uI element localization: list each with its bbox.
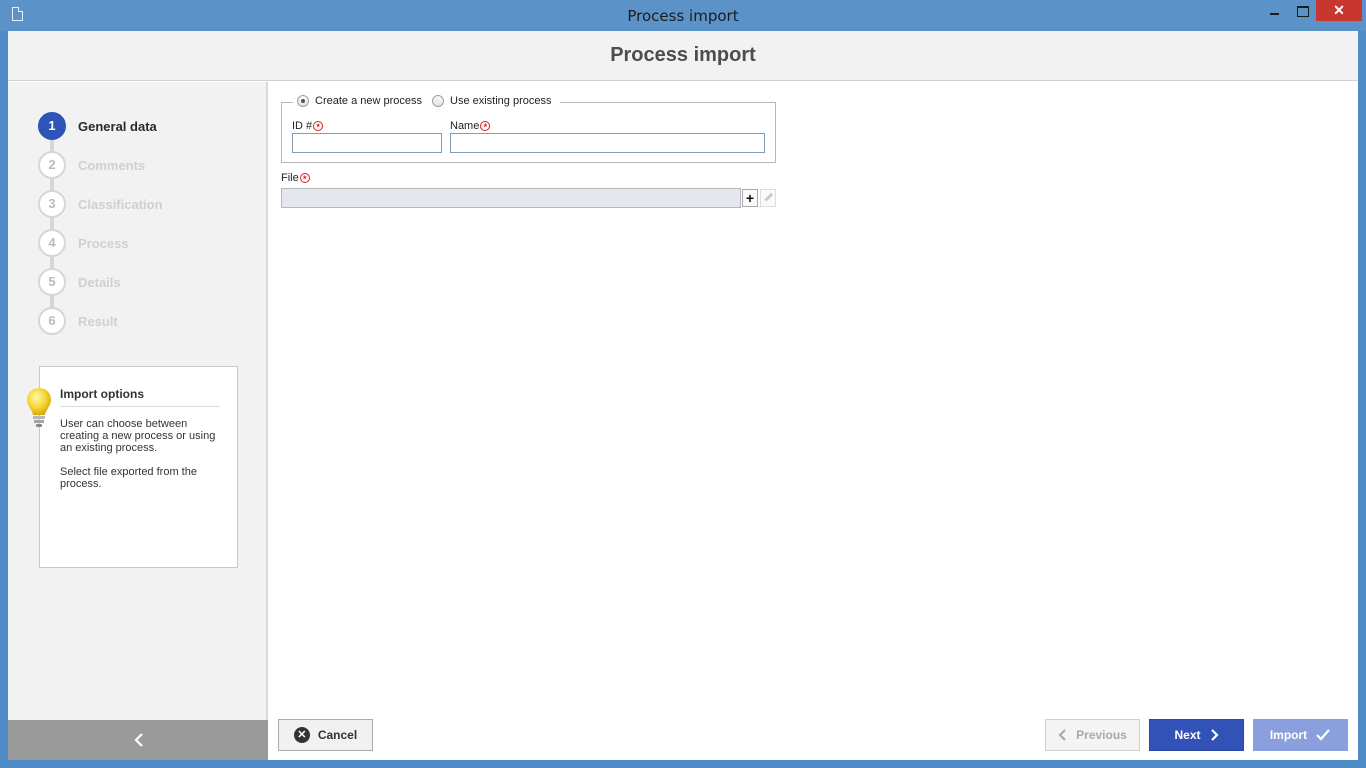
window-title: Process import — [627, 7, 739, 25]
chevron-right-icon — [1210, 729, 1219, 741]
step-comments[interactable]: 2 Comments — [38, 151, 258, 181]
close-icon[interactable]: ✕ — [1316, 0, 1362, 21]
id-label-text: ID # — [292, 120, 313, 132]
lightbulb-icon — [27, 388, 51, 427]
process-option-group: ID # * Name * — [281, 102, 776, 163]
checkmark-icon — [1316, 729, 1330, 741]
info-text: Select file exported from the process. — [60, 466, 197, 490]
previous-label: Previous — [1076, 728, 1127, 742]
step-label: Classification — [78, 197, 163, 212]
step-number: 3 — [38, 190, 66, 218]
chevron-left-icon — [134, 733, 143, 747]
file-field[interactable] — [281, 188, 741, 208]
eraser-glyph — [764, 193, 773, 201]
wizard-sidebar: 1 General data 2 Comments 3 Classificati… — [8, 82, 268, 760]
cancel-button[interactable]: ✕ Cancel — [278, 719, 373, 751]
eraser-icon[interactable] — [760, 189, 776, 207]
id-label: ID # * — [292, 120, 324, 132]
chevron-left-icon — [1058, 729, 1066, 741]
info-panel: Import options User can choose between c… — [39, 366, 238, 568]
page-title: Process import — [610, 44, 756, 66]
use-existing-label[interactable]: Use existing process — [450, 95, 552, 107]
name-label: Name * — [450, 120, 491, 132]
dialog-frame: Process import 1 General data 2 Comments… — [8, 31, 1358, 760]
required-icon: * — [313, 121, 324, 132]
create-new-label[interactable]: Create a new process — [315, 95, 422, 107]
import-label: Import — [1269, 728, 1308, 742]
step-label: Details — [78, 275, 121, 290]
step-number: 1 — [38, 112, 66, 140]
minimize-icon[interactable] — [1262, 0, 1288, 21]
page-header: Process import — [8, 31, 1358, 81]
step-label: Process — [78, 236, 129, 251]
main-content: ID # * Name * Create a new process Use e… — [270, 82, 1358, 760]
name-label-text: Name — [450, 120, 480, 132]
info-title: Import options — [60, 387, 220, 407]
step-result[interactable]: 6 Result — [38, 307, 258, 337]
step-details[interactable]: 5 Details — [38, 268, 258, 298]
required-icon: * — [299, 173, 310, 184]
required-icon: * — [480, 121, 491, 132]
step-number: 2 — [38, 151, 66, 179]
file-label: File * — [281, 172, 310, 184]
step-label: General data — [78, 119, 157, 134]
create-new-radio[interactable] — [297, 95, 309, 107]
name-input[interactable] — [450, 133, 765, 153]
cancel-label: Cancel — [317, 728, 358, 742]
step-process[interactable]: 4 Process — [38, 229, 258, 259]
info-text: User can choose between creating a new p… — [60, 418, 216, 454]
next-button[interactable]: Next — [1149, 719, 1244, 751]
step-number: 5 — [38, 268, 66, 296]
id-input[interactable] — [292, 133, 442, 153]
step-classification[interactable]: 3 Classification — [38, 190, 258, 220]
add-file-button[interactable]: + — [742, 189, 758, 207]
step-label: Comments — [78, 158, 146, 173]
collapse-sidebar-button[interactable] — [8, 720, 268, 760]
use-existing-radio[interactable] — [432, 95, 444, 107]
file-label-text: File — [281, 172, 299, 184]
step-label: Result — [78, 314, 118, 329]
radio-group: Create a new process Use existing proces… — [293, 95, 560, 107]
window-titlebar: Process import ✕ — [0, 0, 1366, 31]
cancel-icon: ✕ — [293, 727, 310, 743]
step-number: 6 — [38, 307, 66, 335]
maximize-icon[interactable] — [1289, 0, 1315, 21]
step-general-data[interactable]: 1 General data — [38, 112, 258, 142]
next-label: Next — [1174, 728, 1201, 742]
previous-button[interactable]: Previous — [1045, 719, 1140, 751]
import-button[interactable]: Import — [1253, 719, 1348, 751]
step-number: 4 — [38, 229, 66, 257]
